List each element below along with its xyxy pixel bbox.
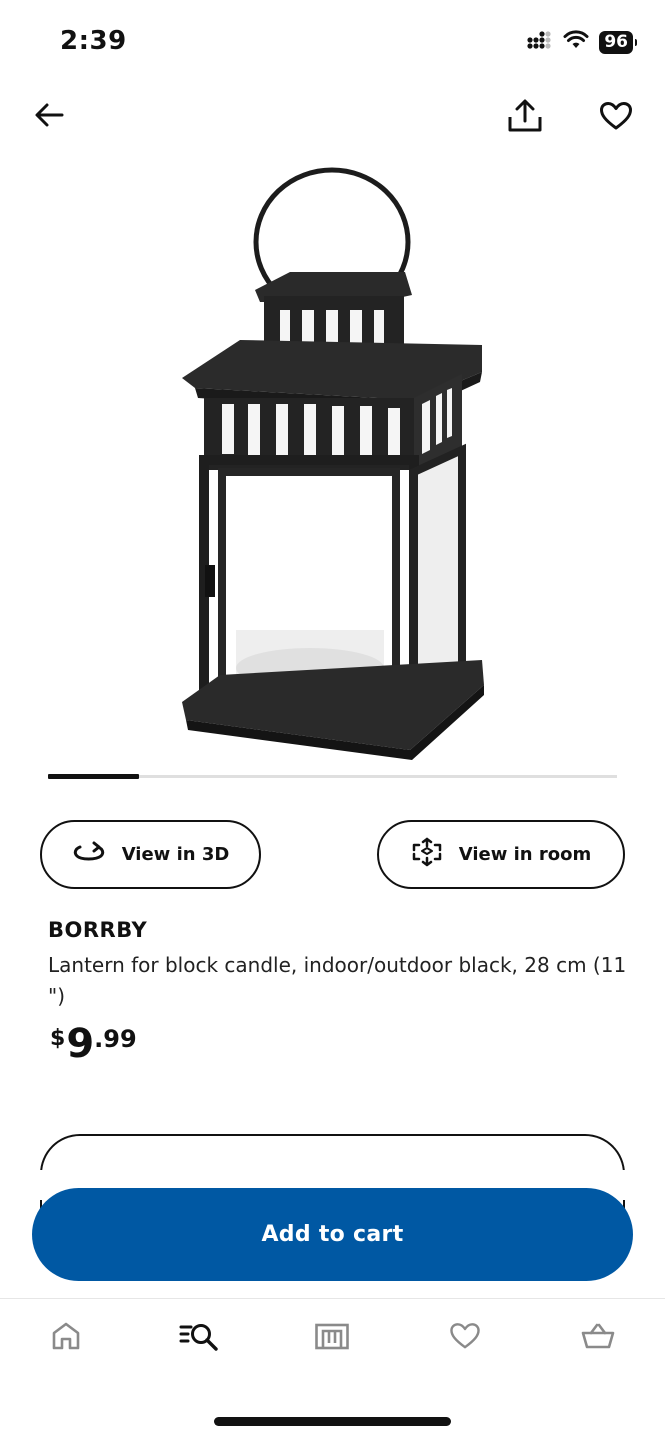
product-description: Lantern for block candle, indoor/outdoor… [48, 953, 627, 1008]
view-in-room-label: View in room [458, 844, 592, 865]
search-icon [179, 1321, 219, 1355]
share-icon [507, 99, 543, 137]
wifi-icon [563, 30, 589, 54]
product-name: BORRBY [48, 918, 148, 942]
status-icons: 96 [527, 28, 637, 56]
tab-stores[interactable] [310, 1316, 354, 1360]
price-whole: 9 [66, 1021, 95, 1067]
product-price: $ 9 .99 [50, 1022, 137, 1066]
favorite-button[interactable] [594, 96, 638, 140]
view-in-3d-button[interactable]: View in 3D [40, 820, 261, 889]
home-indicator [214, 1417, 451, 1426]
status-time: 2:39 [60, 26, 127, 56]
view-in-3d-label: View in 3D [121, 844, 230, 865]
ar-cube-icon [411, 836, 443, 873]
basket-icon [580, 1322, 616, 1354]
tab-search[interactable] [177, 1316, 221, 1360]
home-icon [50, 1321, 82, 1355]
tab-home[interactable] [44, 1316, 88, 1360]
signal-icon [527, 31, 553, 53]
carousel-progress [48, 774, 139, 779]
price-currency: $ [50, 1026, 66, 1051]
lantern-illustration [182, 167, 484, 760]
tab-cart[interactable] [576, 1316, 620, 1360]
heart-icon [449, 1322, 481, 1354]
tab-favorites[interactable] [443, 1316, 487, 1360]
view-in-room-button[interactable]: View in room [377, 820, 625, 889]
add-to-cart-label: Add to cart [261, 1222, 404, 1247]
tabbar-divider [0, 1298, 665, 1299]
back-arrow-icon [34, 102, 64, 132]
heart-icon [599, 101, 633, 135]
share-button[interactable] [503, 96, 547, 140]
price-decimal: .99 [94, 1025, 137, 1053]
rotate-3d-icon [72, 841, 106, 868]
add-to-cart-button[interactable]: Add to cart [32, 1188, 633, 1281]
store-icon [314, 1321, 350, 1355]
product-image[interactable] [150, 160, 515, 760]
back-button[interactable] [28, 96, 70, 138]
battery-icon: 96 [599, 30, 637, 54]
